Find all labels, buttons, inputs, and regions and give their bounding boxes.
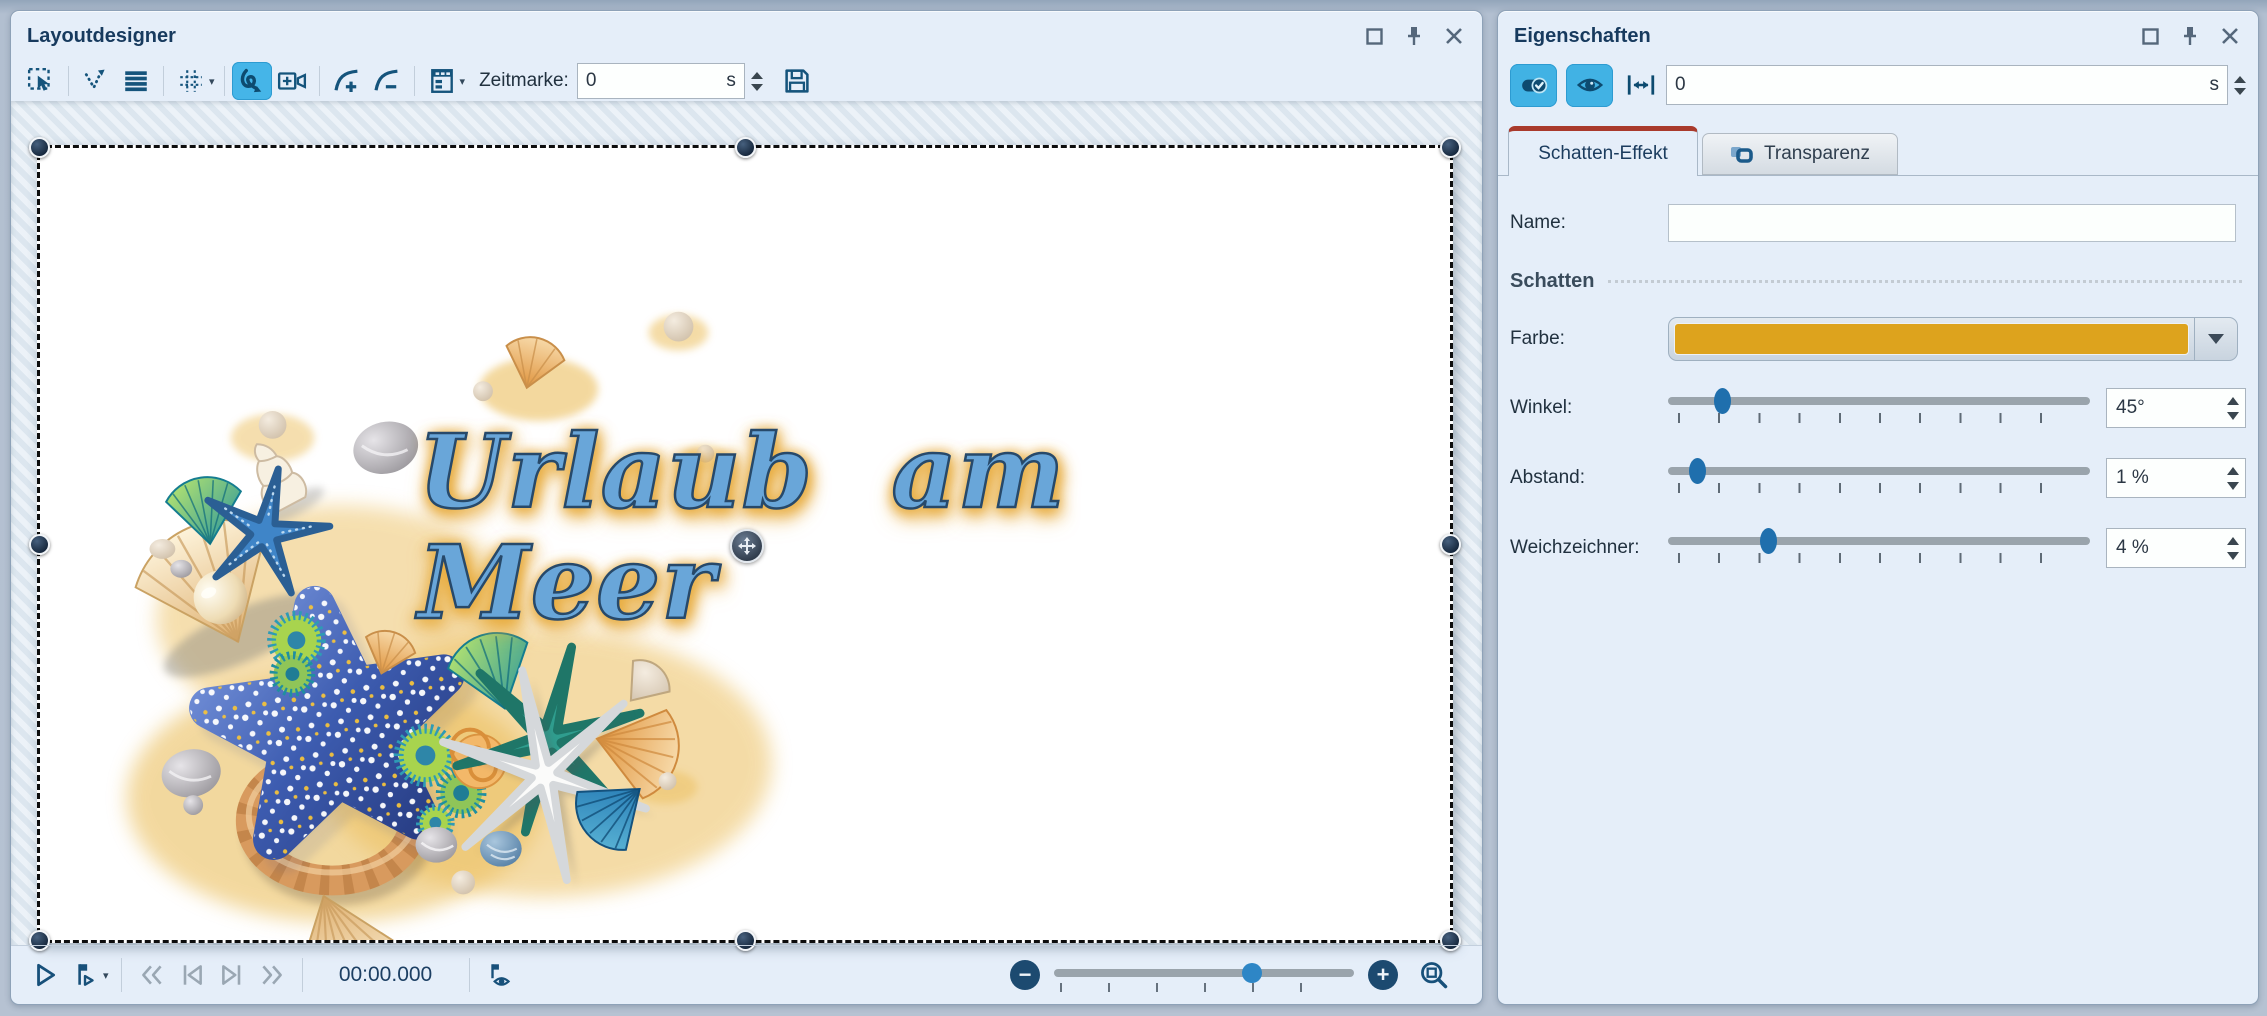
zeitmarke-label: Zeitmarke:	[479, 70, 569, 92]
properties-content: Name: Schatten Farbe: Winkel: 45°	[1498, 176, 2258, 571]
select-tool-icon[interactable]	[21, 62, 61, 100]
layout-toolbar: ▾ ▾ Zeitmarke: 0 s	[11, 57, 1482, 105]
weichzeichner-value-input[interactable]: 4 %	[2106, 528, 2246, 568]
edit-path-points-icon[interactable]	[76, 62, 116, 100]
canvas-headline-text[interactable]: Urlaub am Meer	[418, 416, 1338, 638]
shadow-color-picker[interactable]	[1668, 317, 2238, 361]
tab-transparenz[interactable]: Transparenz	[1702, 133, 1898, 175]
name-row: Name:	[1510, 204, 2246, 242]
resize-handle-top-right[interactable]	[1440, 137, 1461, 158]
visibility-eye-icon[interactable]	[1566, 64, 1613, 107]
panel-title: Eigenschaften	[1514, 25, 1651, 48]
abstand-slider-thumb[interactable]	[1689, 458, 1706, 484]
zoom-in-icon[interactable]: +	[1368, 960, 1398, 990]
panel-title: Layoutdesigner	[27, 25, 176, 48]
grid-icon[interactable]	[171, 62, 211, 100]
maximize-icon[interactable]	[1354, 21, 1394, 51]
maximize-icon[interactable]	[2130, 21, 2170, 51]
zoom-out-icon[interactable]: −	[1010, 960, 1040, 990]
winkel-spinner[interactable]	[2227, 397, 2239, 420]
properties-tabs: Schatten-Effekt Transparenz	[1498, 125, 2258, 176]
weichzeichner-label: Weichzeichner:	[1510, 537, 1668, 559]
eigenschaften-panel: Eigenschaften 0 s Schatten-Effekt	[1497, 10, 2259, 1005]
farbe-label: Farbe:	[1510, 328, 1668, 350]
weichzeichner-slider-thumb[interactable]	[1760, 528, 1777, 554]
time-offset-input[interactable]: 0 s	[1666, 65, 2228, 105]
play-from-marker-icon[interactable]	[65, 955, 105, 995]
winkel-label: Winkel:	[1510, 397, 1668, 419]
color-dropdown-icon[interactable]	[2194, 318, 2237, 360]
layoutdesigner-panel: Layoutdesigner ▾	[10, 10, 1483, 1005]
zeitmarke-input[interactable]: 0 s	[577, 63, 745, 99]
schatten-section-header: Schatten	[1510, 270, 2246, 293]
add-curve-point-icon[interactable]	[327, 62, 367, 100]
winkel-slider[interactable]	[1668, 385, 2090, 431]
color-swatch	[1674, 323, 2189, 355]
playback-toolbar: ▾ 00:00.000 − +	[11, 945, 1482, 1004]
canvas-workspace: Urlaub am Meer	[11, 101, 1482, 946]
zeitmarke-spinner[interactable]	[751, 72, 763, 91]
object-enabled-toggle-icon[interactable]	[1510, 64, 1557, 107]
winkel-row: Winkel: 45°	[1510, 385, 2246, 431]
layout-canvas[interactable]: Urlaub am Meer	[37, 145, 1453, 943]
abstand-value-input[interactable]: 1 %	[2106, 458, 2246, 498]
resize-handle-middle-left[interactable]	[29, 534, 50, 555]
grid-dropdown-icon[interactable]: ▾	[209, 75, 215, 88]
section-divider	[1608, 280, 2242, 283]
time-display: 00:00.000	[327, 963, 445, 987]
layoutdesigner-titlebar: Layoutdesigner	[11, 11, 1482, 57]
camera-pan-icon[interactable]	[272, 62, 312, 100]
layers-rows-icon[interactable]	[116, 62, 156, 100]
show-marker-icon[interactable]	[480, 955, 520, 995]
table-dropdown-icon[interactable]: ▾	[460, 75, 466, 88]
abstand-row: Abstand: 1 %	[1510, 455, 2246, 501]
weichzeichner-spinner[interactable]	[2227, 537, 2239, 560]
time-offset-spinner[interactable]	[2234, 76, 2246, 95]
farbe-row: Farbe:	[1510, 317, 2246, 361]
move-handle[interactable]	[730, 529, 764, 563]
close-icon[interactable]	[2210, 21, 2250, 51]
section-title: Schatten	[1510, 270, 1594, 293]
resize-handle-top-left[interactable]	[29, 137, 50, 158]
properties-toolbar: 0 s	[1498, 57, 2258, 113]
winkel-value-input[interactable]: 45°	[2106, 388, 2246, 428]
weichzeichner-slider[interactable]	[1668, 525, 2090, 571]
pin-icon[interactable]	[2170, 21, 2210, 51]
winkel-slider-thumb[interactable]	[1714, 388, 1731, 414]
skip-to-end-icon[interactable]	[252, 955, 292, 995]
zoom-slider[interactable]	[1054, 957, 1354, 993]
weichzeichner-row: Weichzeichner: 4 %	[1510, 525, 2246, 571]
tab-schatten-effekt[interactable]: Schatten-Effekt	[1508, 126, 1698, 176]
close-icon[interactable]	[1434, 21, 1474, 51]
resize-handle-top-middle[interactable]	[735, 137, 756, 158]
remove-curve-point-icon[interactable]	[367, 62, 407, 100]
abstand-label: Abstand:	[1510, 467, 1668, 489]
zoom-controls: − +	[1010, 955, 1454, 995]
transparenz-icon	[1730, 142, 1756, 166]
pin-icon[interactable]	[1394, 21, 1434, 51]
play-options-dropdown-icon[interactable]: ▾	[103, 969, 109, 982]
zoom-fit-icon[interactable]	[1414, 955, 1454, 995]
motion-path-tool-icon[interactable]	[232, 62, 272, 100]
duration-icon	[1626, 70, 1656, 100]
zoom-slider-thumb[interactable]	[1242, 963, 1262, 983]
name-label: Name:	[1510, 212, 1668, 234]
table-view-icon[interactable]	[422, 62, 462, 100]
name-input[interactable]	[1668, 204, 2236, 242]
eigenschaften-titlebar: Eigenschaften	[1498, 11, 2258, 57]
abstand-spinner[interactable]	[2227, 467, 2239, 490]
skip-to-start-icon[interactable]	[132, 955, 172, 995]
previous-frame-icon[interactable]	[172, 955, 212, 995]
play-icon[interactable]	[25, 955, 65, 995]
abstand-slider[interactable]	[1668, 455, 2090, 501]
sea-urchin-buttons-left	[272, 615, 322, 692]
resize-handle-middle-right[interactable]	[1440, 534, 1461, 555]
save-icon[interactable]	[777, 62, 817, 100]
next-frame-icon[interactable]	[212, 955, 252, 995]
